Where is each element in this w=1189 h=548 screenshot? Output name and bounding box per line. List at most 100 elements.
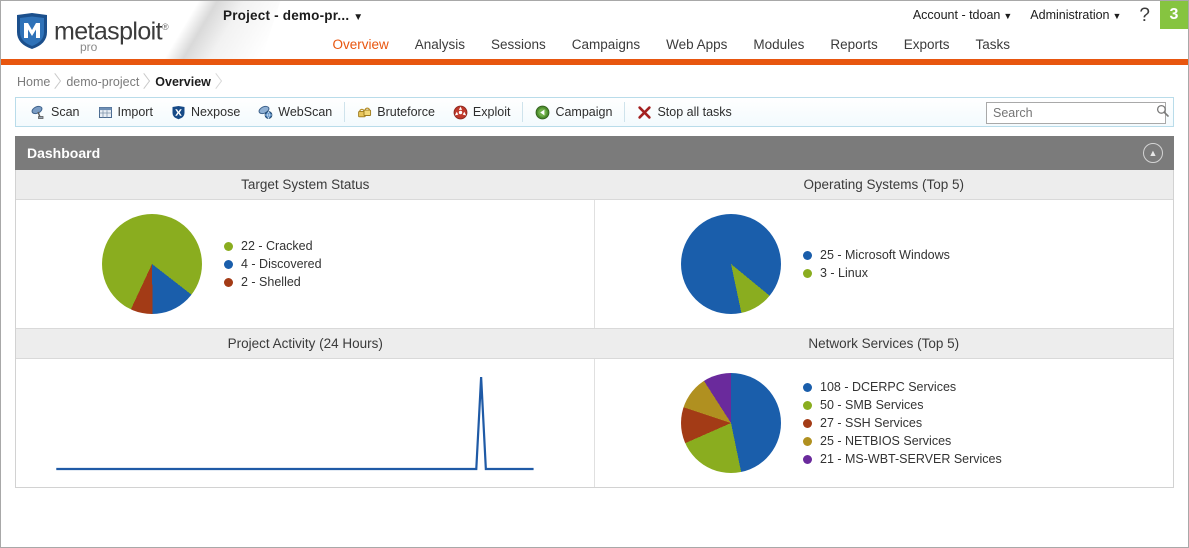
pie-chart-network-services	[681, 373, 781, 473]
nav-item-exports[interactable]: Exports	[904, 34, 950, 59]
chart-network-services: 108 - DCERPC Services 50 - SMB Services …	[595, 359, 1173, 487]
project-selector[interactable]: Project - demo-pr... ▼	[223, 8, 363, 23]
account-zone: Account - tdoan ▼ Administration ▼ ? 3	[913, 1, 1188, 29]
panel-title-target-system-status: Target System Status	[241, 177, 370, 192]
dashboard-title: Dashboard	[27, 145, 101, 161]
app-header: metasploit® pro Project - demo-pr... ▼ Ac…	[1, 1, 1188, 59]
pie-chart-operating-systems	[681, 214, 781, 314]
legend-target-system-status: 22 - Cracked 4 - Discovered 2 - Shelled	[224, 237, 322, 291]
bruteforce-button-label: Bruteforce	[377, 105, 435, 119]
legend-color-swatch	[803, 268, 812, 278]
nav-item-analysis[interactable]: Analysis	[415, 34, 465, 59]
bruteforce-button[interactable]: Bruteforce	[348, 99, 444, 125]
nav-item-web-apps[interactable]: Web Apps	[666, 34, 727, 59]
toolbar-separator	[522, 102, 524, 122]
exploit-hazard-icon	[453, 105, 468, 120]
notification-badge[interactable]: 3	[1160, 1, 1188, 29]
search-box[interactable]	[986, 102, 1169, 124]
metasploit-pro-window: metasploit® pro Project - demo-pr... ▼ Ac…	[0, 0, 1189, 548]
legend-label: 25 - NETBIOS Services	[820, 434, 952, 448]
toolbar-separator	[624, 102, 626, 122]
breadcrumb: Home demo-project Overview	[1, 69, 1188, 95]
breadcrumb-item-overview: Overview	[155, 75, 227, 89]
nexpose-button[interactable]: Nexpose	[162, 99, 249, 125]
chevron-down-icon: ▼	[1112, 11, 1122, 21]
campaign-button-label: Campaign	[555, 105, 613, 119]
campaign-button[interactable]: Campaign	[526, 99, 621, 125]
legend-label: 25 - Microsoft Windows	[820, 248, 950, 262]
search-input[interactable]	[991, 105, 1156, 121]
legend-label: 2 - Shelled	[241, 275, 301, 289]
import-button-label: Import	[117, 105, 153, 119]
scan-button[interactable]: Scan	[22, 99, 89, 125]
legend-color-swatch	[803, 382, 812, 392]
chevron-up-icon[interactable]: ▲	[1143, 143, 1163, 163]
nav-item-reports[interactable]: Reports	[830, 34, 877, 59]
project-selector-label: Project - demo-pr...	[223, 8, 350, 23]
panel-title-network-services: Network Services (Top 5)	[808, 336, 960, 351]
legend-item: 50 - SMB Services	[803, 396, 1002, 414]
panel-title-project-activity: Project Activity (24 Hours)	[227, 336, 383, 351]
administration-menu[interactable]: Administration ▼	[1030, 8, 1121, 22]
panel-body-row-2: 108 - DCERPC Services 50 - SMB Services …	[16, 359, 1173, 487]
breadcrumb-item-home[interactable]: Home	[17, 75, 66, 89]
panel-title-operating-systems: Operating Systems (Top 5)	[803, 177, 965, 192]
bruteforce-padlock-icon	[357, 105, 372, 120]
import-grid-icon	[98, 105, 113, 120]
legend-item: 3 - Linux	[803, 264, 950, 282]
panel-body-row-1: 22 - Cracked 4 - Discovered 2 - Shelled	[16, 200, 1173, 328]
dashboard-header: Dashboard ▲	[15, 136, 1174, 170]
legend-item: 25 - Microsoft Windows	[803, 246, 950, 264]
search-magnifier-icon[interactable]	[1156, 104, 1169, 122]
legend-label: 3 - Linux	[820, 266, 868, 280]
webscan-button[interactable]: WebScan	[249, 99, 341, 125]
pie-chart-target-system-status	[102, 214, 202, 314]
legend-color-swatch	[224, 259, 233, 269]
legend-label: 27 - SSH Services	[820, 416, 923, 430]
line-chart-project-activity	[16, 359, 594, 487]
nav-item-modules[interactable]: Modules	[753, 34, 804, 59]
legend-color-swatch	[803, 436, 812, 446]
chart-project-activity	[16, 359, 595, 487]
legend-item: 108 - DCERPC Services	[803, 378, 1002, 396]
exploit-button[interactable]: Exploit	[444, 99, 520, 125]
action-toolbar: Scan Import Nexpose WebScan Bruteforce E…	[15, 97, 1174, 127]
legend-color-swatch	[803, 454, 812, 464]
registered-mark: ®	[161, 22, 169, 32]
chevron-down-icon: ▼	[353, 12, 364, 23]
nav-item-overview[interactable]: Overview	[332, 34, 388, 59]
chart-operating-systems: 25 - Microsoft Windows 3 - Linux	[595, 200, 1173, 328]
legend-color-swatch	[803, 250, 812, 260]
nav-item-tasks[interactable]: Tasks	[975, 34, 1010, 59]
legend-network-services: 108 - DCERPC Services 50 - SMB Services …	[803, 378, 1002, 468]
legend-color-swatch	[803, 418, 812, 428]
help-icon[interactable]: ?	[1139, 6, 1150, 25]
account-menu[interactable]: Account - tdoan ▼	[913, 8, 1012, 22]
nav-item-campaigns[interactable]: Campaigns	[572, 34, 640, 59]
legend-color-swatch	[803, 400, 812, 410]
accent-divider	[1, 59, 1188, 65]
import-button[interactable]: Import	[89, 99, 162, 125]
nexpose-button-label: Nexpose	[190, 105, 241, 119]
legend-item: 4 - Discovered	[224, 255, 322, 273]
legend-color-swatch	[224, 241, 233, 251]
exploit-button-label: Exploit	[472, 105, 511, 119]
scan-button-label: Scan	[51, 105, 80, 119]
stop-all-tasks-button[interactable]: Stop all tasks	[628, 99, 740, 125]
nav-item-sessions[interactable]: Sessions	[491, 34, 546, 59]
main-navigation: Overview Analysis Sessions Campaigns Web…	[1, 34, 1188, 59]
campaign-arrow-icon	[535, 105, 550, 120]
legend-label: 4 - Discovered	[241, 257, 322, 271]
legend-operating-systems: 25 - Microsoft Windows 3 - Linux	[803, 246, 950, 282]
legend-label: 108 - DCERPC Services	[820, 380, 957, 394]
breadcrumb-item-demo-project[interactable]: demo-project	[66, 75, 155, 89]
account-menu-label: Account - tdoan	[912, 8, 1001, 22]
legend-item: 27 - SSH Services	[803, 414, 1002, 432]
legend-item: 2 - Shelled	[224, 273, 322, 291]
legend-item: 22 - Cracked	[224, 237, 322, 255]
legend-color-swatch	[224, 277, 233, 287]
nexpose-shield-icon	[171, 105, 186, 120]
stop-x-icon	[637, 105, 652, 120]
administration-menu-label: Administration	[1030, 8, 1110, 22]
panel-header-row-2: Project Activity (24 Hours) Network Serv…	[16, 328, 1173, 359]
